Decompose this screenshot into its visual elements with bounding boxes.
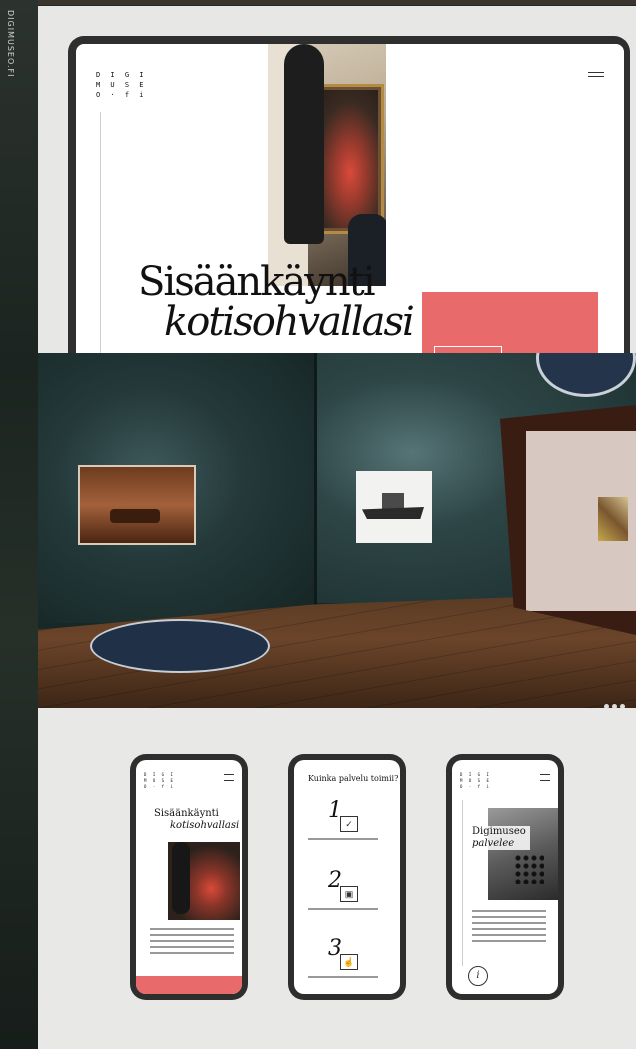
museum-hero-photo bbox=[268, 44, 386, 286]
statue-silhouette bbox=[284, 44, 324, 244]
mobile-hero-line1: Sisäänkäynti bbox=[154, 808, 219, 819]
step-description bbox=[308, 976, 378, 978]
museum-overhead-image bbox=[488, 808, 558, 900]
virtual-gallery-view[interactable] bbox=[38, 353, 636, 708]
step-1: 1 ✓ bbox=[308, 800, 378, 840]
how-it-works-title: Kuinka palvelu toimii? bbox=[308, 774, 399, 783]
step-2: 2 ▣ bbox=[308, 870, 378, 910]
digimuseo-logo[interactable]: D I G I M U S E O · f i bbox=[96, 70, 147, 100]
statue-silhouette bbox=[172, 842, 190, 914]
step-description bbox=[308, 838, 378, 840]
site-label: DIGIMUSEO.FI bbox=[6, 10, 15, 78]
side-rail: DIGIMUSEO.FI bbox=[0, 0, 38, 1049]
hamburger-menu-icon[interactable] bbox=[588, 72, 604, 80]
service-title: Digimuseo palvelee bbox=[472, 826, 530, 850]
step-3: 3 ☝ bbox=[308, 938, 378, 978]
phone-mockup-service: D I G I M U S E O · f i Digimuseo palvel… bbox=[446, 754, 564, 1000]
check-icon: ✓ bbox=[340, 816, 358, 832]
mobile-cta-bar[interactable] bbox=[136, 976, 242, 994]
ship-superstructure bbox=[382, 493, 404, 509]
service-title-line2: palvelee bbox=[472, 838, 515, 849]
divider-line bbox=[100, 112, 101, 354]
mobile-hero-title: Sisäänkäynti kotisohvallasi bbox=[154, 808, 239, 832]
phone-mockup-how-it-works: Kuinka palvelu toimii? 1 ✓ 2 ▣ 3 ☝ bbox=[288, 754, 406, 1000]
hero-title-line1: Sisäänkäynti bbox=[138, 259, 375, 305]
artwork-interior-photo[interactable] bbox=[78, 465, 196, 545]
hamburger-menu-icon[interactable] bbox=[540, 774, 550, 781]
mobile-hero-line2: kotisohvallasi bbox=[170, 820, 240, 831]
digimuseo-logo[interactable]: D I G I M U S E O · f i bbox=[460, 772, 491, 790]
mobile-intro-text bbox=[150, 928, 234, 958]
mobile-hero-image bbox=[168, 842, 240, 920]
phone-screen: D I G I M U S E O · f i Digimuseo palvel… bbox=[452, 760, 558, 994]
image-icon: ▣ bbox=[340, 886, 358, 902]
divider-line bbox=[462, 800, 463, 966]
cta-box[interactable] bbox=[422, 292, 598, 354]
laptop-mockup-section: D I G I M U S E O · f i Sisäänkäynti kot… bbox=[38, 6, 636, 354]
gallery-pagination[interactable] bbox=[604, 696, 628, 708]
phone-screen: D I G I M U S E O · f i Sisäänkäynti kot… bbox=[136, 760, 242, 994]
floor-emblem bbox=[90, 619, 270, 673]
hero-title: Sisäänkäynti kotisohvallasi bbox=[138, 259, 415, 345]
artwork-table bbox=[110, 509, 160, 523]
hand-icon: ☝ bbox=[340, 954, 358, 970]
service-text bbox=[472, 910, 546, 946]
service-title-line1: Digimuseo bbox=[472, 826, 526, 837]
wall-corner bbox=[314, 353, 317, 623]
laptop-screen: D I G I M U S E O · f i Sisäänkäynti kot… bbox=[76, 44, 624, 354]
gallery-doorway[interactable] bbox=[500, 405, 636, 635]
phone-screen: Kuinka palvelu toimii? 1 ✓ 2 ▣ 3 ☝ bbox=[294, 760, 400, 994]
ship-hull bbox=[362, 507, 424, 519]
step-description bbox=[308, 908, 378, 910]
top-band bbox=[38, 0, 636, 5]
phone-mockup-home: D I G I M U S E O · f i Sisäänkäynti kot… bbox=[130, 754, 248, 1000]
hamburger-menu-icon[interactable] bbox=[224, 774, 234, 781]
hero-title-line2: kotisohvallasi bbox=[164, 299, 415, 345]
artwork-ship-photo[interactable] bbox=[356, 471, 432, 543]
next-room-painting bbox=[598, 497, 628, 541]
mobile-mockups-section: D I G I M U S E O · f i Sisäänkäynti kot… bbox=[38, 708, 636, 1049]
info-icon[interactable]: i bbox=[468, 966, 488, 986]
digimuseo-logo[interactable]: D I G I M U S E O · f i bbox=[144, 772, 175, 790]
visitors-pattern bbox=[514, 854, 544, 884]
